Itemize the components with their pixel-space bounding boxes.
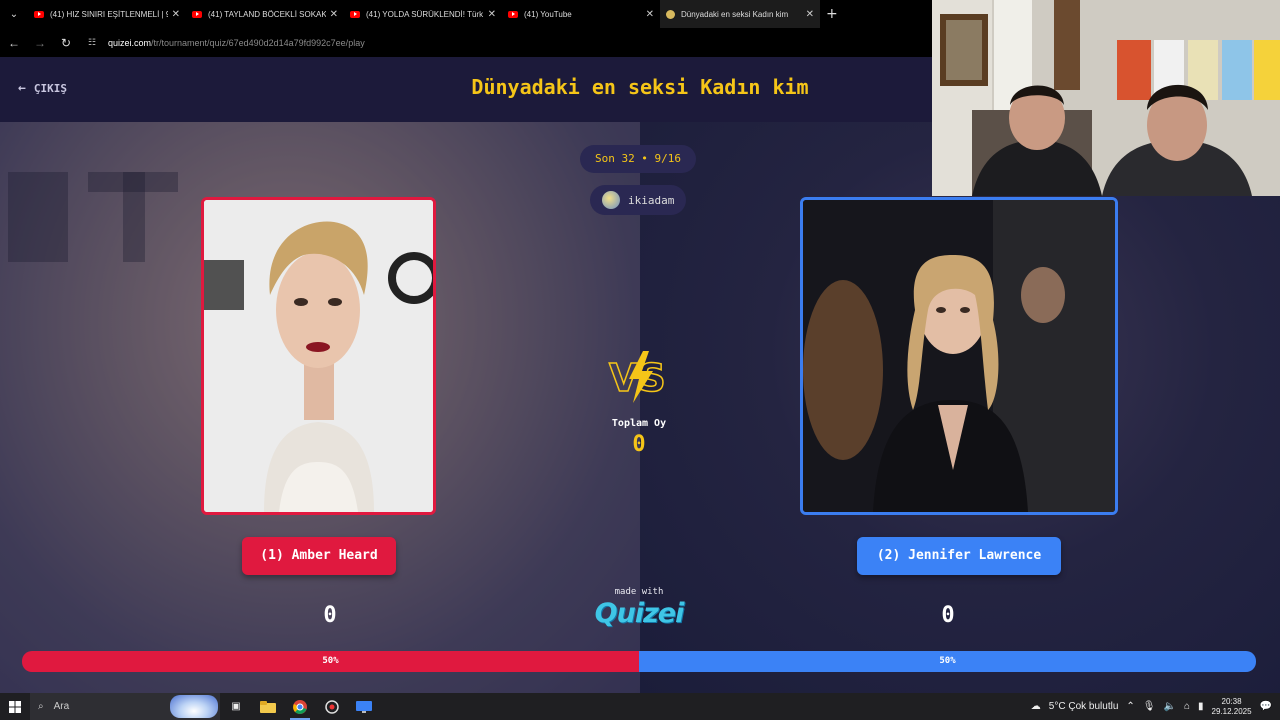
- forward-arrow-icon[interactable]: →: [28, 36, 52, 50]
- youtube-icon: [34, 10, 44, 18]
- start-button[interactable]: [0, 700, 30, 713]
- youtube-icon: [350, 10, 360, 18]
- browser-tab[interactable]: (41) TAYLAND BÖCEKLİ SOKAK ✕: [186, 0, 344, 28]
- chrome-icon[interactable]: [284, 693, 316, 720]
- microphone-icon[interactable]: 🎙: [1143, 701, 1156, 712]
- remote-desktop-icon[interactable]: [348, 693, 380, 720]
- url-path: /tr/tournament/quiz/67ed490d2d14a79fd992…: [151, 37, 365, 48]
- notification-icon[interactable]: 💬: [1260, 701, 1272, 712]
- youtube-icon: [192, 10, 202, 18]
- chrome-logo-graphic: [293, 699, 307, 714]
- recording-app-icon[interactable]: [316, 693, 348, 720]
- file-explorer-icon[interactable]: [252, 693, 284, 720]
- total-votes-value: 0: [632, 432, 646, 457]
- left-percentage-fill: 50%: [22, 651, 639, 672]
- youtube-icon: [508, 10, 518, 18]
- back-arrow-icon[interactable]: ←: [2, 36, 26, 50]
- speaker-icon[interactable]: 🔈: [1163, 701, 1175, 712]
- site-settings-icon[interactable]: ☷: [88, 37, 102, 48]
- search-icon: ⌕: [38, 701, 44, 712]
- search-highlight-image: [170, 695, 218, 718]
- tab-title: (41) YOLDA SÜRÜKLENDİ! Türk: [366, 9, 484, 19]
- avatar: [602, 191, 620, 209]
- made-with-label: made with: [614, 587, 664, 597]
- close-icon[interactable]: ✕: [806, 9, 814, 20]
- vote-left-button[interactable]: (1) Amber Heard: [242, 537, 396, 575]
- folder-graphic: [260, 700, 276, 713]
- record-graphic: [325, 699, 339, 714]
- clock-date: 29.12.2025: [1211, 706, 1252, 716]
- search-placeholder: Ara: [53, 701, 70, 712]
- tab-title: Dünyadaki en seksi Kadın kim: [681, 9, 789, 19]
- new-tab-button[interactable]: +: [826, 6, 838, 22]
- browser-tab[interactable]: (41) HIZ SINIRI EŞİTLENMELİ | 9 ✕: [28, 0, 186, 28]
- user-badge[interactable]: ikiadam: [590, 185, 686, 215]
- close-icon[interactable]: ✕: [646, 9, 654, 20]
- vote-right-button[interactable]: (2) Jennifer Lawrence: [857, 537, 1061, 575]
- clock[interactable]: 20:38 29.12.2025: [1212, 697, 1252, 717]
- weather-text[interactable]: 5°C Çok bulutlu: [1049, 701, 1119, 712]
- contestant-right-card[interactable]: [800, 197, 1118, 515]
- monitor-graphic: [356, 700, 372, 713]
- windows-logo-icon: [9, 700, 21, 713]
- close-icon[interactable]: ✕: [488, 9, 496, 20]
- quizei-icon: [666, 9, 675, 19]
- close-icon[interactable]: ✕: [330, 9, 338, 20]
- right-percentage-fill: 50%: [639, 651, 1256, 672]
- clock-time: 20:38: [1221, 696, 1242, 706]
- battery-icon[interactable]: ▮: [1198, 701, 1204, 712]
- tab-title: (41) TAYLAND BÖCEKLİ SOKAK: [208, 9, 326, 19]
- system-tray: ☁ 5°C Çok bulutlu ⌃ 🎙 🔈 ⌂ ▮ 20:38 29.12.…: [1031, 697, 1280, 717]
- contestant-left-image: [204, 200, 433, 512]
- quizei-logo[interactable]: Quizei: [580, 598, 698, 629]
- windows-taskbar: ⌕ Ara ▣ ☁ 5°C Çok bulutlu ⌃ 🎙 🔈 ⌂ ▮ 20:3…: [0, 693, 1280, 720]
- chevron-up-icon[interactable]: ⌃: [1126, 701, 1134, 712]
- left-score: 0: [323, 603, 337, 628]
- right-score: 0: [941, 603, 955, 628]
- total-votes-label: Toplam Oy: [611, 418, 667, 429]
- contestant-left-card[interactable]: [201, 197, 436, 515]
- url-field[interactable]: quizei.com/tr/tournament/quiz/67ed490d2d…: [108, 38, 365, 48]
- webcam-image: [932, 0, 1280, 196]
- close-icon[interactable]: ✕: [172, 9, 180, 20]
- webcam-overlay: [932, 0, 1280, 196]
- tab-title: (41) HIZ SINIRI EŞİTLENMELİ | 9: [50, 9, 168, 19]
- versus-icon: VS: [608, 351, 667, 403]
- reload-icon[interactable]: ↻: [54, 36, 78, 50]
- url-domain: quizei.com: [108, 37, 152, 48]
- weather-icon[interactable]: ☁: [1031, 701, 1041, 712]
- taskbar-search[interactable]: ⌕ Ara: [30, 693, 220, 720]
- browser-tab[interactable]: (41) YouTube ✕: [502, 0, 660, 28]
- task-view-icon[interactable]: ▣: [220, 693, 252, 720]
- network-icon[interactable]: ⌂: [1184, 701, 1190, 712]
- browser-tab-active[interactable]: Dünyadaki en seksi Kadın kim ✕: [660, 0, 820, 28]
- tab-search-chevron-icon[interactable]: ⌄: [0, 0, 28, 28]
- round-badge: Son 32 • 9/16: [580, 145, 696, 173]
- tab-title: (41) YouTube: [524, 9, 572, 19]
- contestant-right-image: [803, 200, 1115, 512]
- vote-percentage-bar: 50% 50%: [22, 651, 1256, 672]
- username: ikiadam: [628, 193, 675, 207]
- browser-tab[interactable]: (41) YOLDA SÜRÜKLENDİ! Türk ✕: [344, 0, 502, 28]
